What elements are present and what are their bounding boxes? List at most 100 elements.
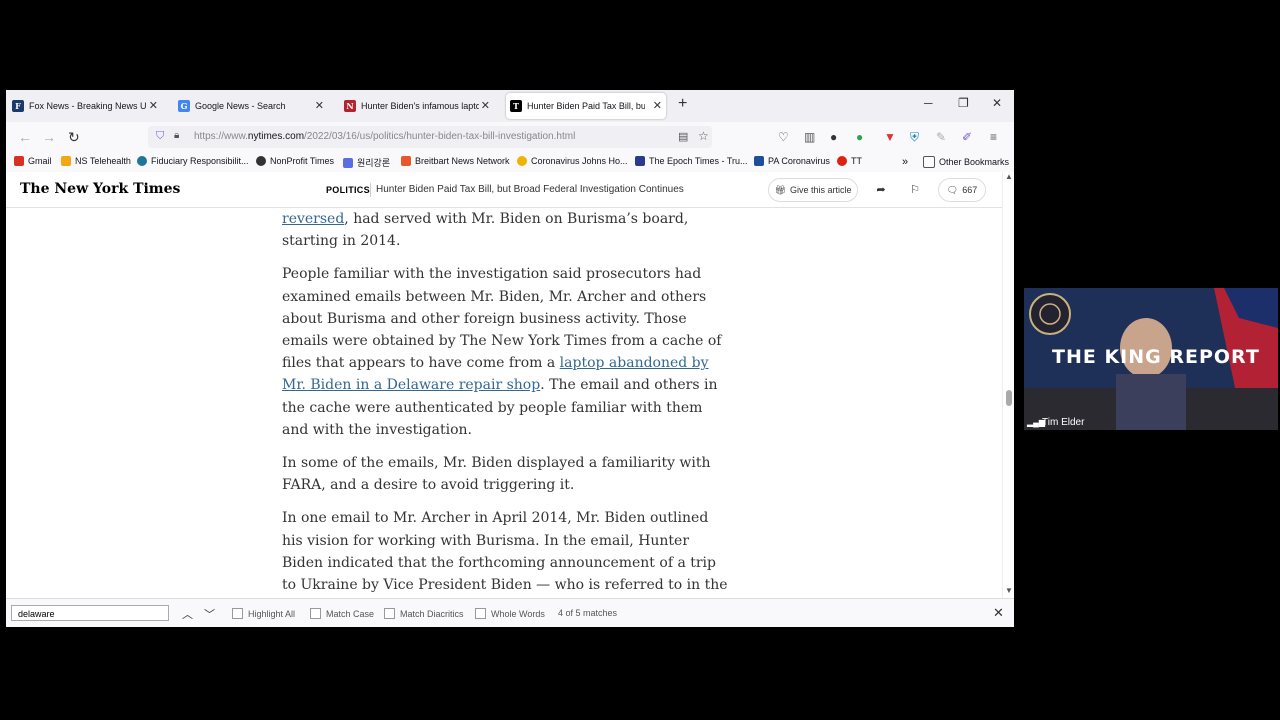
tab-hunter-tax-bill[interactable]: T Hunter Biden Paid Tax Bill, but ✕	[506, 93, 666, 119]
google-news-icon: G	[178, 100, 190, 112]
pa-icon	[754, 156, 764, 166]
globe-icon	[256, 156, 266, 166]
shield-icon[interactable]: ⛉	[156, 130, 164, 143]
bookmark-icon: ⚐	[910, 183, 920, 196]
comment-icon: 🗨︎	[946, 184, 959, 195]
bookmark-breitbart[interactable]: Breitbart News Network	[401, 156, 510, 166]
gmail-icon	[14, 156, 24, 166]
divider	[370, 183, 371, 197]
bookmark-korean[interactable]: 원리강론	[343, 156, 390, 169]
checkbox[interactable]	[232, 608, 243, 619]
page-icon	[343, 157, 353, 168]
lock-icon[interactable]: 🔒︎	[174, 130, 179, 141]
forward-icon[interactable]: →	[42, 129, 56, 145]
match-case-checkbox[interactable]: Match Case	[310, 608, 374, 619]
scrollbar[interactable]: ▲ ▼	[1002, 172, 1014, 598]
participant-name: Tim Elder	[1042, 417, 1085, 428]
web-page: The New York Times POLITICS Hunter Biden…	[6, 172, 1002, 598]
close-tab-icon[interactable]: ✕	[315, 99, 324, 112]
menu-icon[interactable]: ≡	[990, 130, 997, 144]
bookmark-coronavirus[interactable]: Coronavirus Johns Ho...	[517, 156, 628, 166]
tab-google-news[interactable]: G Google News - Search ✕	[178, 93, 328, 119]
match-diacritics-checkbox[interactable]: Match Diacritics	[384, 608, 464, 619]
extension-icon[interactable]: ⛨	[910, 130, 919, 145]
bookmark-gmail[interactable]: Gmail	[14, 156, 52, 166]
find-next-icon[interactable]: ﹀	[204, 606, 215, 622]
highlight-all-checkbox[interactable]: Highlight All	[232, 608, 295, 619]
close-find-icon[interactable]: ✕	[993, 605, 1004, 621]
tab-fox-news[interactable]: F Fox News - Breaking News Upd ✕	[12, 93, 162, 119]
more-bookmarks-icon[interactable]: »	[902, 156, 908, 168]
breitbart-icon	[401, 156, 411, 166]
match-count: 4 of 5 matches	[558, 608, 618, 618]
folder-icon	[61, 156, 71, 166]
find-previous-icon[interactable]: ︿	[182, 606, 193, 622]
find-bar: delaware ︿ ﹀ Highlight All Match Case Ma…	[6, 598, 1014, 627]
webcam-overlay: THE KING REPORT ▂▄▆ Tim Elder	[1024, 288, 1278, 430]
bookmark-tt[interactable]: TT	[837, 156, 862, 166]
extension-icon[interactable]: ✎	[936, 130, 946, 144]
checkbox[interactable]	[384, 608, 395, 619]
article-body: reversed, had served with Mr. Biden on B…	[282, 208, 732, 598]
folder-icon	[923, 156, 935, 168]
epoch-times-icon	[635, 156, 645, 166]
tt-icon	[837, 156, 847, 166]
fox-news-icon: F	[12, 100, 24, 112]
reload-icon[interactable]: ↻	[68, 129, 80, 146]
bookmark-fiduciary[interactable]: Fiduciary Responsibilit...	[137, 156, 249, 166]
minimize-icon[interactable]: ─	[924, 96, 933, 110]
show-title: THE KING REPORT	[1052, 346, 1260, 368]
extension-icon[interactable]: ▼	[884, 130, 896, 144]
jhu-icon	[517, 156, 527, 166]
address-bar[interactable]: ⛉ 🔒︎ https://www.nytimes.com/2022/03/16/…	[148, 126, 712, 148]
gift-icon: 🎁︎	[774, 184, 786, 195]
bookmarks-bar: Gmail NS Telehealth Fiduciary Responsibi…	[6, 152, 1014, 172]
tab-label: Hunter Biden's infamous laptop	[361, 101, 479, 111]
nyt-header: The New York Times POLITICS Hunter Biden…	[6, 172, 1002, 208]
paragraph: reversed, had served with Mr. Biden on B…	[282, 211, 689, 250]
tab-hunter-laptop[interactable]: N Hunter Biden's infamous laptop ✕	[344, 93, 494, 119]
save-button[interactable]: ⚐	[902, 178, 928, 200]
tab-label: Google News - Search	[195, 101, 286, 111]
bookmark-ns-telehealth[interactable]: NS Telehealth	[61, 156, 131, 166]
sidebar-icon[interactable]: ▥	[804, 130, 815, 144]
whole-words-checkbox[interactable]: Whole Words	[475, 608, 545, 619]
nytimes-icon: T	[510, 100, 522, 112]
back-icon[interactable]: ←	[18, 129, 32, 145]
browser-window: F Fox News - Breaking News Upd ✕ G Googl…	[6, 90, 1014, 627]
paragraph: In some of the emails, Mr. Biden display…	[282, 455, 711, 494]
bookmark-star-icon[interactable]: ☆	[698, 129, 709, 143]
share-button[interactable]: ➦	[868, 178, 894, 200]
seal-logo-icon	[1029, 293, 1071, 335]
restore-icon[interactable]: ❐	[958, 96, 969, 110]
close-window-icon[interactable]: ✕	[992, 96, 1002, 110]
reader-view-icon[interactable]: ▤	[678, 130, 688, 143]
give-article-button[interactable]: 🎁︎ Give this article	[768, 178, 858, 202]
close-tab-icon[interactable]: ✕	[149, 99, 158, 112]
extension-icon[interactable]: ●	[856, 130, 863, 144]
bookmark-nonprofit-times[interactable]: NonProfit Times	[256, 156, 334, 166]
checkbox[interactable]	[475, 608, 486, 619]
wordpress-icon	[137, 156, 147, 166]
reversed-link[interactable]: reversed	[282, 211, 344, 227]
extension-icon[interactable]: ✐	[962, 130, 972, 144]
scroll-thumb[interactable]	[1006, 390, 1012, 406]
bookmark-epoch-times[interactable]: The Epoch Times - Tru...	[635, 156, 748, 166]
new-tab-button[interactable]: +	[678, 95, 687, 113]
pocket-icon[interactable]: ♡	[778, 130, 789, 144]
account-icon[interactable]: ●	[830, 130, 837, 144]
bookmark-other[interactable]: Other Bookmarks	[923, 156, 1009, 168]
find-input[interactable]: delaware	[11, 605, 169, 621]
close-tab-icon[interactable]: ✕	[481, 99, 490, 112]
section-label[interactable]: POLITICS	[326, 185, 370, 195]
scroll-down-icon[interactable]: ▼	[1005, 586, 1013, 595]
comments-button[interactable]: 🗨︎ 667	[938, 178, 986, 202]
bookmark-pa-coronavirus[interactable]: PA Coronavirus	[754, 156, 830, 166]
nytimes-icon: N	[344, 100, 356, 112]
scroll-up-icon[interactable]: ▲	[1005, 172, 1013, 181]
tab-label: Fox News - Breaking News Upd	[29, 101, 147, 111]
nyt-logo[interactable]: The New York Times	[20, 181, 180, 197]
url-text[interactable]: https://www.nytimes.com/2022/03/16/us/po…	[194, 131, 575, 142]
close-tab-icon[interactable]: ✕	[653, 99, 662, 112]
checkbox[interactable]	[310, 608, 321, 619]
